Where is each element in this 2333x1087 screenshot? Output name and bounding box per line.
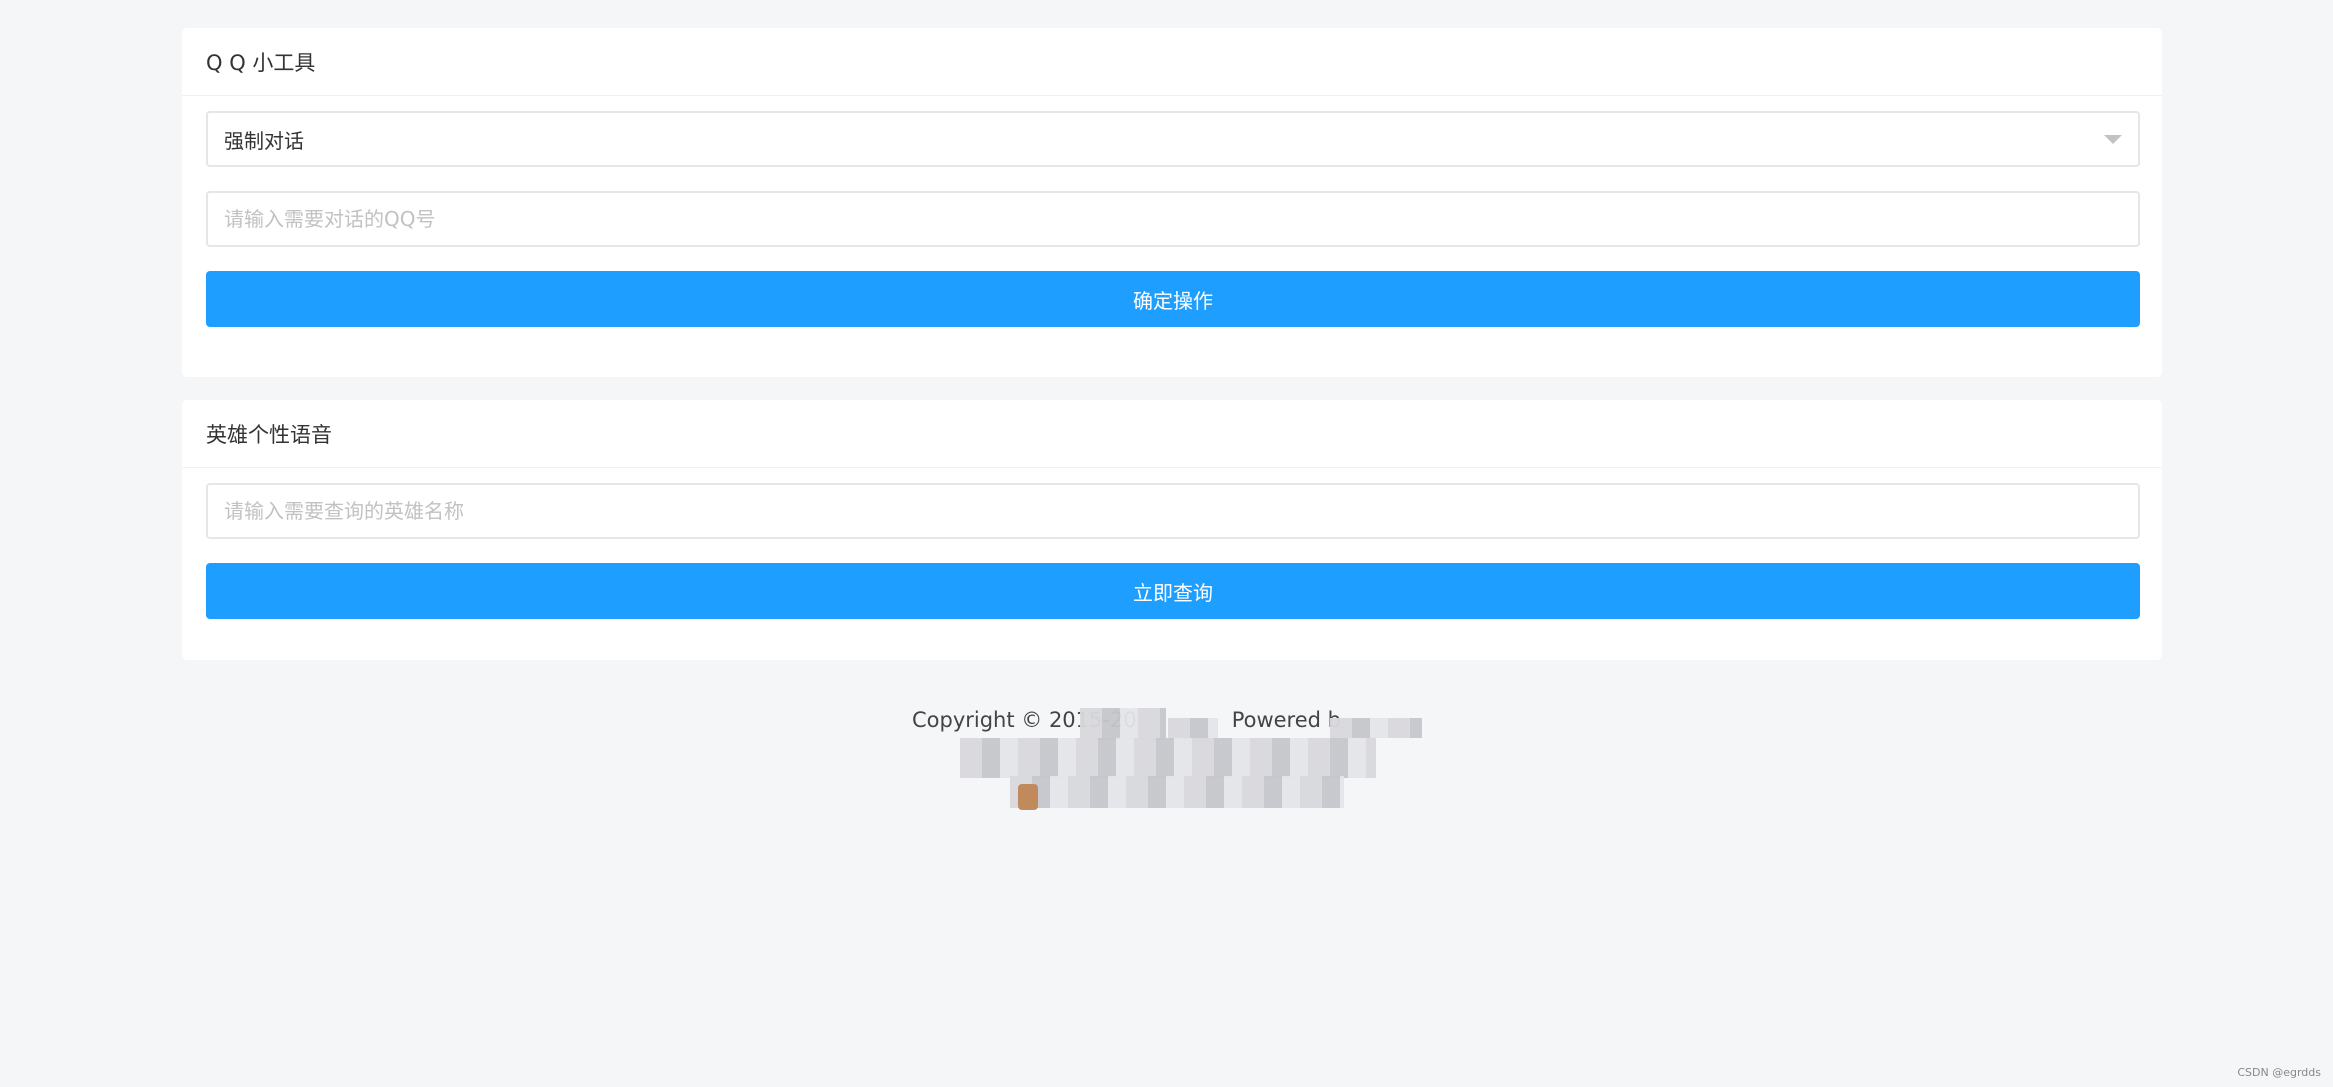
hero-name-field[interactable] [206,483,2140,539]
qq-tools-panel: Q Q 小工具 强制对话 确定操作 [182,28,2162,377]
confirm-button[interactable]: 确定操作 [206,271,2140,327]
mode-select-value: 强制对话 [224,128,304,153]
redacted-block [1010,776,1344,808]
mode-select[interactable]: 强制对话 [206,111,2140,167]
panel-title: Q Q 小工具 [182,28,2162,96]
redacted-block [1080,708,1166,740]
chevron-down-icon [2104,135,2122,144]
footer: Copyright © 2015-20 Powered b [0,708,2333,810]
redacted-block [960,738,1376,778]
watermark: CSDN @egrdds [2237,1066,2321,1079]
qq-number-input[interactable] [208,193,2138,245]
qq-number-field[interactable] [206,191,2140,247]
redacted-block [1168,718,1218,740]
hero-name-input[interactable] [208,485,2138,537]
hero-voice-panel: 英雄个性语音 立即查询 [182,400,2162,660]
avatar [1018,784,1038,810]
query-button[interactable]: 立即查询 [206,563,2140,619]
redacted-block [1330,718,1422,738]
powered-by-text: Powered b [1231,708,1341,732]
panel-title: 英雄个性语音 [182,400,2162,468]
